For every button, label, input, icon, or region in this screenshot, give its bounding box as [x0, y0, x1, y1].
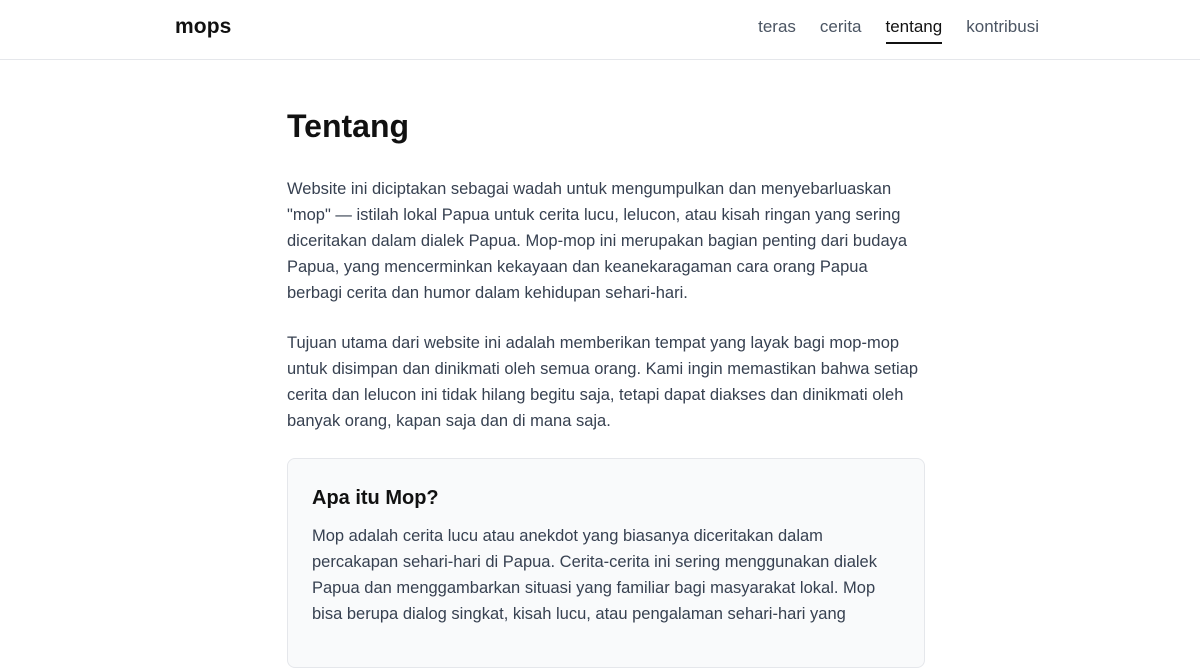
- site-logo-link[interactable]: mops: [175, 15, 231, 39]
- nav-link-cerita[interactable]: cerita: [820, 16, 862, 44]
- about-paragraph-2: Tujuan utama dari website ini adalah mem…: [287, 334, 919, 430]
- page-title: Tentang: [287, 108, 410, 144]
- card-text: Mop adalah cerita lucu atau anekdot yang…: [312, 527, 877, 623]
- nav-link-kontribusi[interactable]: kontribusi: [966, 16, 1039, 44]
- site-header: mops teras cerita tentang kontribusi: [0, 0, 1200, 60]
- about-paragraph-1: Website ini diciptakan sebagai wadah unt…: [287, 180, 908, 302]
- main-nav: teras cerita tentang kontribusi: [758, 16, 1039, 44]
- nav-link-tentang[interactable]: tentang: [885, 16, 943, 44]
- card-title: Apa itu Mop?: [312, 487, 439, 509]
- nav-link-teras[interactable]: teras: [758, 16, 796, 44]
- what-is-mop-card: Apa itu Mop? Mop adalah cerita lucu atau…: [287, 458, 925, 668]
